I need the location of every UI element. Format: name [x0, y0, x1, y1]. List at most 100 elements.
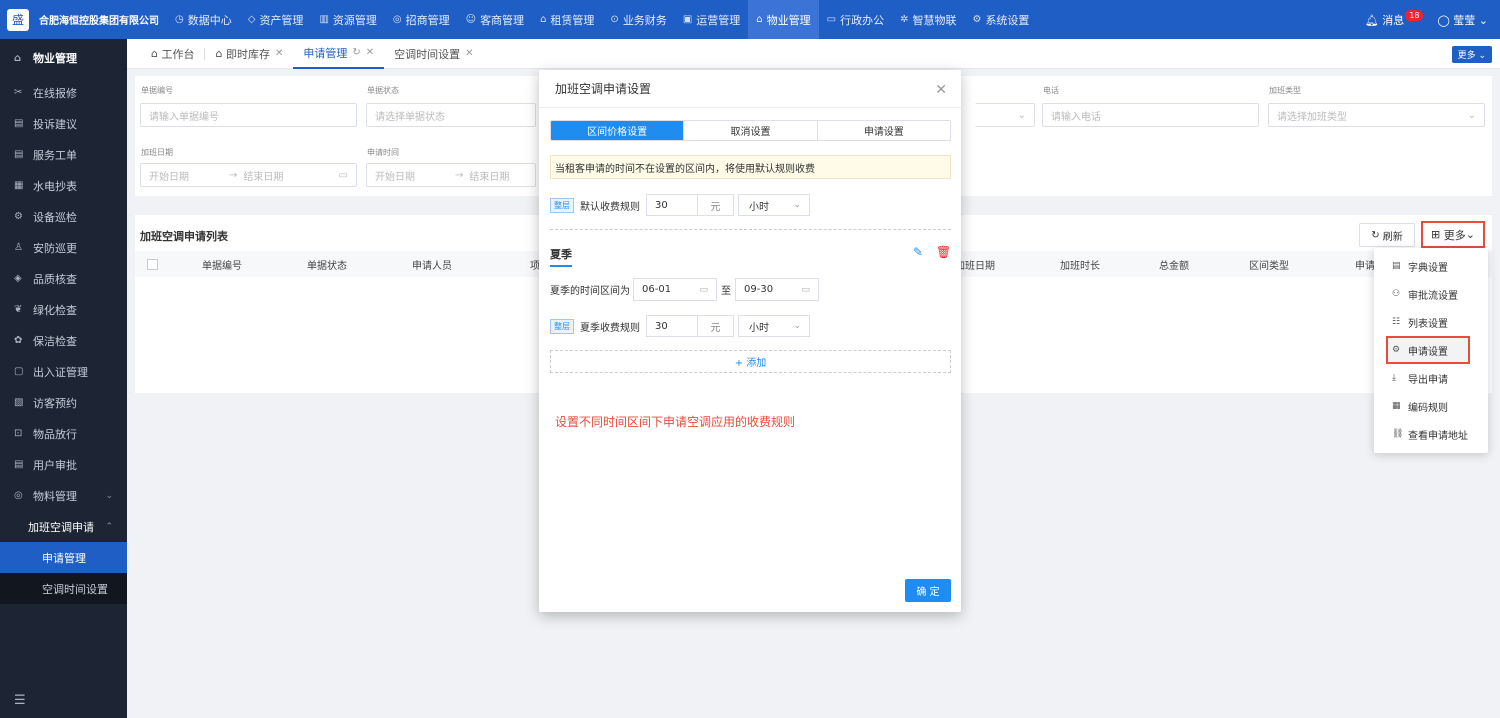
chevron-down-icon: ⌄	[1017, 109, 1026, 121]
nav-investment-management[interactable]: ◎ 招商管理	[385, 0, 458, 39]
doc-no-input[interactable]: 请输入单据编号	[140, 103, 357, 127]
sidebar-item-user-approval[interactable]: ▤ 用户审批	[0, 449, 127, 480]
menu-item-code-rules[interactable]: ▦ 编码规则	[1374, 392, 1488, 420]
sidebar-item-greening-check[interactable]: ❦ 绿化检查	[0, 294, 127, 325]
chevron-down-icon: ⌄	[1467, 109, 1476, 121]
sidebar-header[interactable]: ⌂ 物业管理	[0, 39, 127, 77]
close-icon[interactable]: ✕	[935, 82, 947, 98]
column-header[interactable]: 加班时长	[1060, 257, 1100, 272]
close-icon[interactable]: ✕	[275, 48, 283, 59]
column-header[interactable]: 总金额	[1159, 257, 1189, 272]
tab-workbench[interactable]: ⌂ 工作台	[141, 39, 204, 69]
calendar-icon: ▭	[699, 284, 708, 295]
bell-icon: 🔔︎	[1364, 13, 1379, 27]
sidebar-item-ac-time-settings[interactable]: 空调时间设置	[0, 573, 127, 604]
sidebar-item-quality-check[interactable]: ◈ 品质核查	[0, 263, 127, 294]
company-logo[interactable]: 盛	[7, 8, 29, 31]
apply-time-range[interactable]: 开始日期 → 结束日期	[366, 163, 536, 187]
sidebar-item-complaints[interactable]: ▤ 投诉建议	[0, 108, 127, 139]
sidebar-item-equipment-inspection[interactable]: ⚙ 设备巡检	[0, 201, 127, 232]
nav-admin-office[interactable]: ▭ 行政办公	[819, 0, 892, 39]
sidebar-item-material-management[interactable]: ◎ 物料管理 ⌄	[0, 480, 127, 511]
nav-leasing-management[interactable]: ⌂ 租赁管理	[532, 0, 602, 39]
sidebar-item-service-orders[interactable]: ▤ 服务工单	[0, 139, 127, 170]
tab-ac-time-settings[interactable]: 空调时间设置 ✕	[384, 39, 483, 69]
menu-item-list-settings[interactable]: ☷ 列表设置	[1374, 308, 1488, 336]
nav-smart-iot[interactable]: ✲ 智慧物联	[892, 0, 964, 39]
sidebar-item-security-patrol[interactable]: ♙ 安防巡更	[0, 232, 127, 263]
home-icon: ⌂	[215, 47, 226, 60]
select-all-checkbox[interactable]	[147, 258, 158, 270]
season-period-select[interactable]: 小时 ⌄	[738, 315, 810, 337]
sidebar-group-overtime-ac[interactable]: 加班空调申请 ⌃	[0, 511, 127, 542]
nav-asset-management[interactable]: ◇ 资产管理	[240, 0, 312, 39]
sidebar-item-visitor-booking[interactable]: ▧ 访客预约	[0, 387, 127, 418]
nav-system-settings[interactable]: ⚙ 系统设置	[964, 0, 1037, 39]
default-price-input[interactable]: 30	[646, 194, 698, 216]
sidebar-item-application-management[interactable]: 申请管理	[0, 542, 127, 573]
nav-business-finance[interactable]: ⊙ 业务财务	[602, 0, 674, 39]
nav-data-center[interactable]: ◷ 数据中心	[167, 0, 240, 39]
overtime-type-select[interactable]: 请选择加班类型 ⌄	[1268, 103, 1485, 127]
top-navigation: 盛 合肥海恒控股集团有限公司 ◷ 数据中心 ◇ 资产管理 ▥ 资源管理 ◎ 招商管理 ☺…	[0, 0, 1500, 39]
calendar-icon: ▭	[338, 169, 348, 181]
menu-item-workflow-settings[interactable]: ⚇ 审批流设置	[1374, 280, 1488, 308]
gear-icon: ⚙	[972, 14, 982, 25]
season-rule-label: 夏季收费规则	[580, 322, 640, 334]
tab-application-settings[interactable]: 申请设置	[818, 121, 950, 140]
season-end-date[interactable]: 09-30 ▭	[735, 278, 819, 301]
user-menu[interactable]: ◯ 莹莹 ⌄	[1437, 12, 1488, 28]
tabs-more-button[interactable]: 更多 ⌄	[1451, 46, 1492, 63]
meter-icon: ▦	[14, 180, 24, 191]
more-button[interactable]: ⊞ 更多 ⌄	[1421, 221, 1485, 248]
tab-instant-stock[interactable]: ⌂ 即时库存 ✕	[205, 39, 293, 69]
season-price-input[interactable]: 30	[646, 315, 698, 337]
tab-range-price-settings[interactable]: 区间价格设置	[551, 121, 685, 140]
close-icon[interactable]: ✕	[465, 48, 473, 59]
column-header[interactable]: 加班日期	[955, 257, 995, 272]
doc-status-select[interactable]: 请选择单据状态	[366, 103, 536, 127]
refresh-icon[interactable]: ↻	[352, 47, 360, 58]
tab-application-management[interactable]: 申请管理 ↻ ✕	[293, 39, 385, 69]
chevron-down-icon: ⌄	[793, 321, 801, 331]
phone-input[interactable]: 请输入电话	[1042, 103, 1259, 127]
card-icon: ▢	[14, 366, 24, 377]
default-period-select[interactable]: 小时 ⌄	[738, 194, 810, 216]
column-header[interactable]: 申请	[1355, 257, 1375, 272]
tag-icon: ◎	[392, 14, 402, 25]
season-start-date[interactable]: 06-01 ▭	[633, 278, 717, 301]
sidebar-item-item-release[interactable]: ⊡ 物品放行	[0, 418, 127, 449]
column-header[interactable]: 申请人员	[412, 257, 452, 272]
close-icon[interactable]: ✕	[366, 47, 374, 58]
column-header[interactable]: 区间类型	[1249, 257, 1289, 272]
calendar-icon: ▭	[801, 284, 810, 295]
menu-item-application-settings[interactable]: ⚙ 申请设置	[1386, 336, 1470, 364]
menu-item-export-applications[interactable]: ⤓ 导出申请	[1374, 364, 1488, 392]
grid-icon: ⊞	[1431, 228, 1444, 241]
nav-property-management[interactable]: ⌂ 物业管理	[748, 0, 819, 39]
filter-label-overtime-date: 加班日期	[141, 148, 173, 157]
sidebar-item-cleaning-check[interactable]: ✿ 保洁检查	[0, 325, 127, 356]
column-header[interactable]: 单据编号	[202, 257, 242, 272]
nav-operations-management[interactable]: ▣ 运营管理	[675, 0, 748, 39]
sidebar-item-online-repair[interactable]: ✂ 在线报修	[0, 77, 127, 108]
add-range-button[interactable]: + 添加	[550, 350, 951, 373]
collapse-sidebar-icon[interactable]: ☰	[14, 693, 26, 708]
confirm-button[interactable]: 确 定	[905, 579, 951, 602]
delete-icon[interactable]: 🗑︎	[936, 245, 951, 259]
chevron-down-icon: ⌄	[1465, 228, 1475, 241]
tab-cancel-settings[interactable]: 取消设置	[684, 121, 818, 140]
code-icon: ▦	[1392, 401, 1401, 411]
nav-resource-management[interactable]: ▥ 资源管理	[311, 0, 384, 39]
overtime-date-range[interactable]: 开始日期 → 结束日期 ▭	[140, 163, 357, 187]
hidden-select-fragment[interactable]: ⌄	[975, 103, 1035, 127]
nav-customer-management[interactable]: ☺ 客商管理	[458, 0, 532, 39]
menu-item-view-application-url[interactable]: ⛓ 查看申请地址	[1374, 420, 1488, 448]
column-header[interactable]: 单据状态	[307, 257, 347, 272]
sidebar-item-pass-management[interactable]: ▢ 出入证管理	[0, 356, 127, 387]
refresh-button[interactable]: ↻ 刷新	[1359, 223, 1415, 247]
messages-button[interactable]: 🔔︎ 消息 18	[1364, 9, 1424, 28]
menu-item-dictionary-settings[interactable]: ▤ 字典设置	[1374, 252, 1488, 280]
edit-icon[interactable]: ✎	[913, 245, 923, 259]
sidebar-item-meter-reading[interactable]: ▦ 水电抄表	[0, 170, 127, 201]
